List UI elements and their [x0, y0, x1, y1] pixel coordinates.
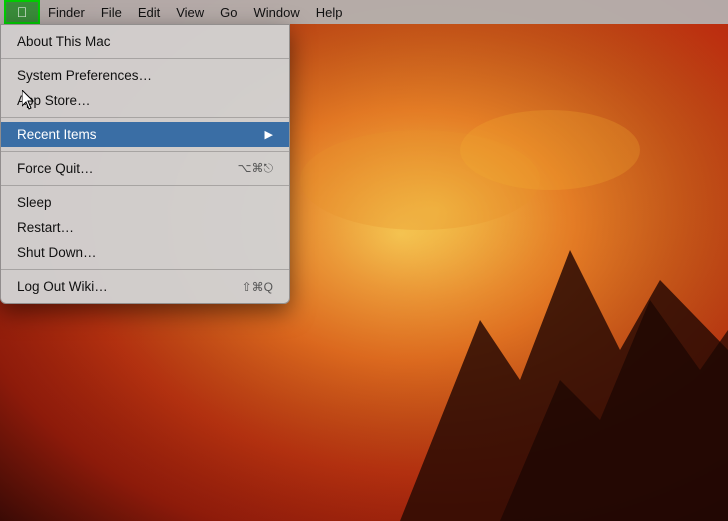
menu-item-recent-items-label: Recent Items — [17, 127, 97, 142]
menu-item-sleep-label: Sleep — [17, 195, 52, 210]
apple-menu-button[interactable]:  — [4, 0, 40, 24]
menu-item-restart-label: Restart… — [17, 220, 74, 235]
apple-dropdown-menu: About This Mac System Preferences… App S… — [0, 24, 290, 304]
menu-item-force-quit-label: Force Quit… — [17, 161, 94, 176]
menu-item-system-prefs[interactable]: System Preferences… — [1, 63, 289, 88]
menubar-window[interactable]: Window — [246, 0, 308, 24]
menu-item-about-label: About This Mac — [17, 34, 111, 49]
menu-item-restart[interactable]: Restart… — [1, 215, 289, 240]
menu-separator-2 — [1, 117, 289, 118]
menu-item-about[interactable]: About This Mac — [1, 29, 289, 54]
menubar-edit[interactable]: Edit — [130, 0, 168, 24]
menu-separator-3 — [1, 151, 289, 152]
menu-item-system-prefs-label: System Preferences… — [17, 68, 152, 83]
desktop:  Finder File Edit View Go Window Help A… — [0, 0, 728, 521]
submenu-arrow-icon: ▶ — [265, 128, 273, 141]
menu-item-force-quit[interactable]: Force Quit… ⌥⌘⎋ — [1, 156, 289, 181]
menu-separator-5 — [1, 269, 289, 270]
menu-item-logout-shortcut: ⇧⌘Q — [242, 280, 273, 294]
menu-item-logout[interactable]: Log Out Wiki… ⇧⌘Q — [1, 274, 289, 299]
menu-separator-1 — [1, 58, 289, 59]
menubar:  Finder File Edit View Go Window Help — [0, 0, 728, 24]
menubar-items: Finder File Edit View Go Window Help — [40, 0, 351, 24]
menu-item-recent-items[interactable]: Recent Items ▶ — [1, 122, 289, 147]
menu-item-app-store-label: App Store… — [17, 93, 91, 108]
menu-item-logout-label: Log Out Wiki… — [17, 279, 108, 294]
menu-item-force-quit-shortcut: ⌥⌘⎋ — [238, 161, 273, 176]
menu-separator-4 — [1, 185, 289, 186]
menu-item-shutdown[interactable]: Shut Down… — [1, 240, 289, 265]
menubar-finder[interactable]: Finder — [40, 0, 93, 24]
apple-logo-icon:  — [17, 5, 28, 19]
menu-item-shutdown-label: Shut Down… — [17, 245, 97, 260]
menubar-view[interactable]: View — [168, 0, 212, 24]
menu-item-sleep[interactable]: Sleep — [1, 190, 289, 215]
menubar-help[interactable]: Help — [308, 0, 351, 24]
menu-item-app-store[interactable]: App Store… — [1, 88, 289, 113]
menubar-go[interactable]: Go — [212, 0, 245, 24]
menubar-file[interactable]: File — [93, 0, 130, 24]
